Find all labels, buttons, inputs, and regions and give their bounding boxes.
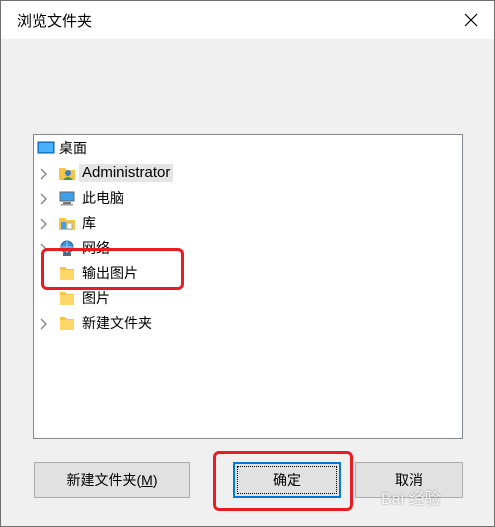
chevron-right-icon[interactable] [39, 167, 49, 180]
tree-item-this-pc[interactable]: 此电脑 [34, 186, 462, 210]
close-button[interactable] [448, 1, 494, 39]
new-folder-button-label: 新建文件夹(M) [66, 472, 158, 488]
folder-icon [58, 289, 76, 307]
chevron-right-icon[interactable] [39, 317, 49, 330]
highlight-box-ok [213, 451, 353, 511]
highlight-box [41, 248, 184, 290]
tree-item-label: Administrator [79, 164, 174, 182]
user-folder-icon [58, 164, 76, 182]
dialog-title: 浏览文件夹 [17, 13, 93, 30]
desktop-icon [37, 139, 55, 157]
tree-item-administrator[interactable]: Administrator [34, 161, 462, 185]
chevron-right-icon[interactable] [39, 192, 49, 205]
folder-icon [58, 314, 76, 332]
tree-item-desktop[interactable]: 桌面 [34, 136, 462, 160]
library-icon [58, 214, 76, 232]
chevron-right-icon[interactable] [39, 217, 49, 230]
close-icon [464, 13, 478, 27]
tree-item-new-folder[interactable]: 新建文件夹 [34, 311, 462, 335]
watermark: Bai 经验 [381, 491, 441, 508]
tree-item-label: 新建文件夹 [82, 315, 152, 331]
tree-item-label: 桌面 [59, 140, 87, 156]
tree-item-label: 库 [82, 215, 96, 231]
tree-item-libraries[interactable]: 库 [34, 211, 462, 235]
tree-item-label: 图片 [82, 290, 110, 306]
new-folder-button[interactable]: 新建文件夹(M) [34, 462, 190, 498]
tree-item-label: 此电脑 [82, 190, 124, 206]
browse-folder-dialog: 浏览文件夹 桌面 Administrator 此电脑 库 网络 输出图片 图片 … [0, 0, 495, 527]
title-bar: 浏览文件夹 [1, 1, 494, 39]
computer-icon [58, 189, 76, 207]
